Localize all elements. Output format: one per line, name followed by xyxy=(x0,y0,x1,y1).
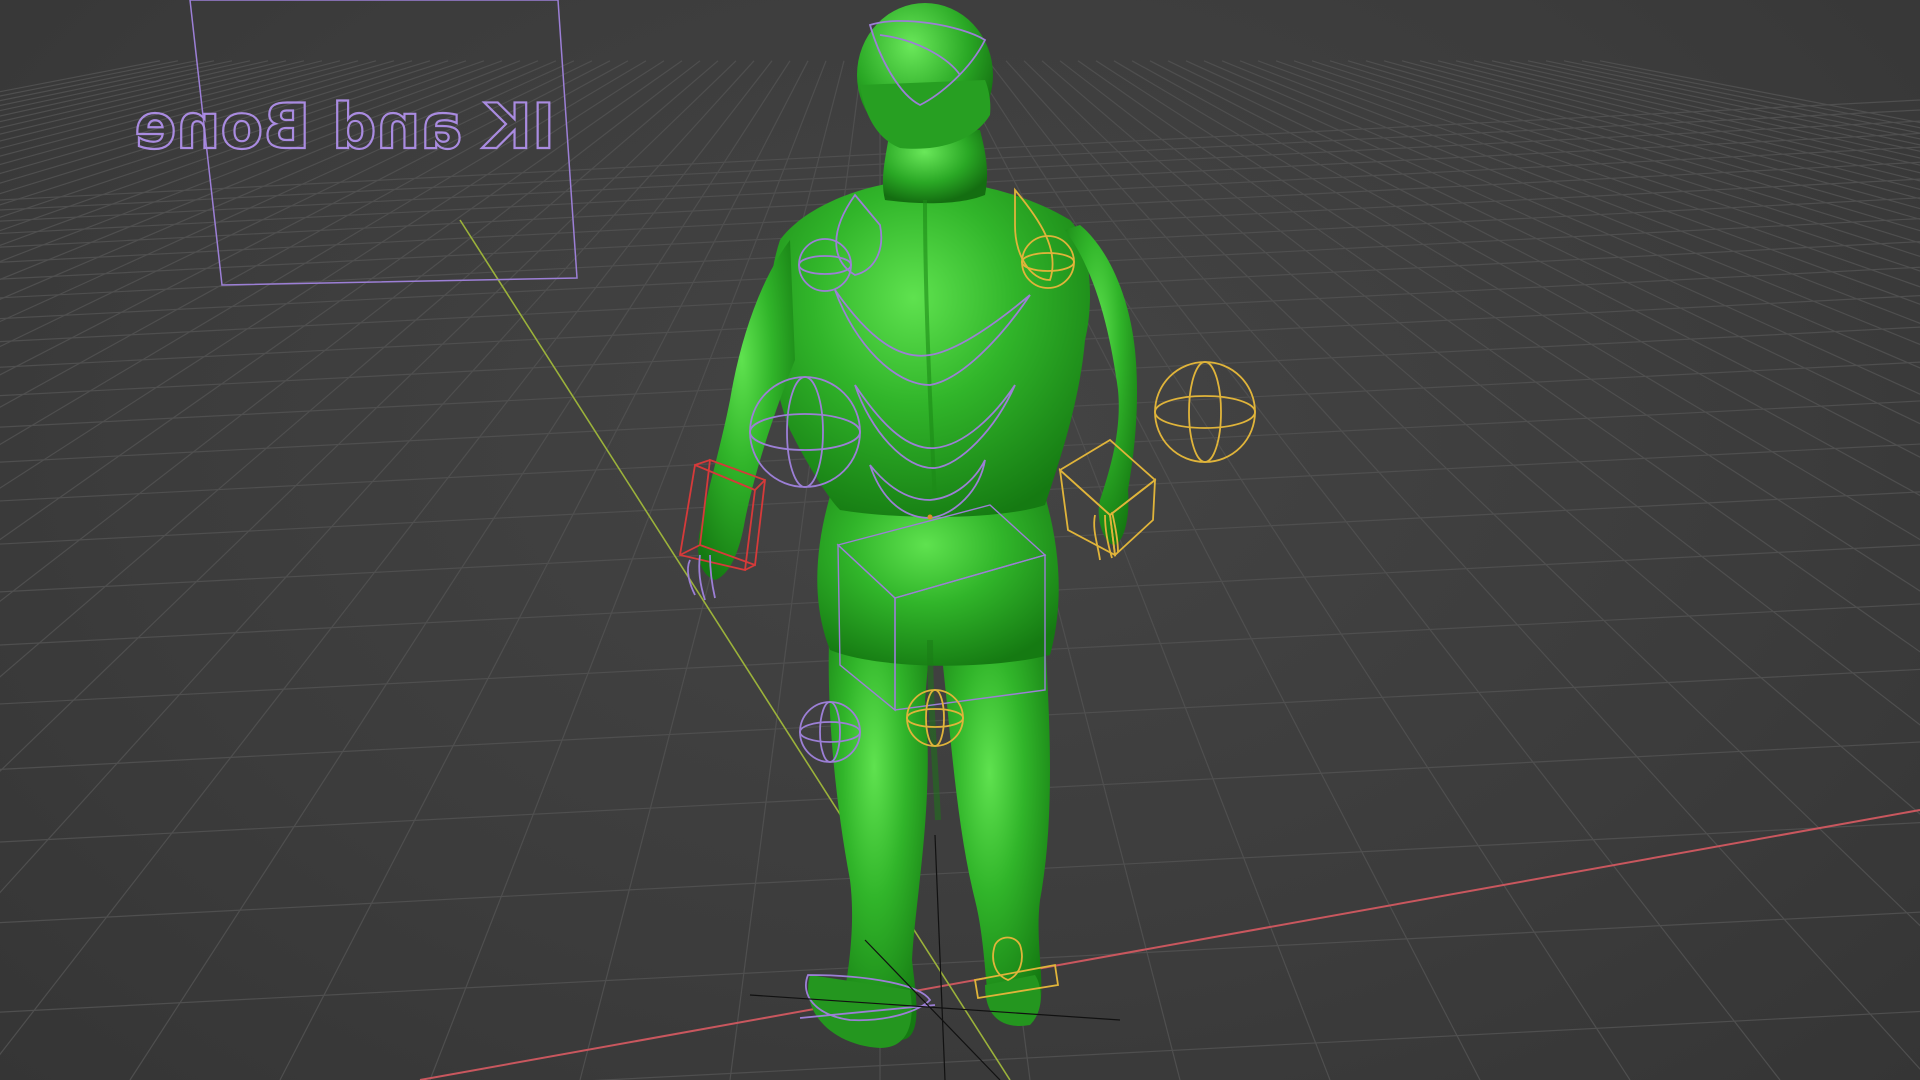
cursor-dot xyxy=(927,514,933,520)
3d-viewport[interactable]: IK and Bone xyxy=(0,0,1920,1080)
viewport-scene[interactable]: IK and Bone xyxy=(0,0,1920,1080)
text-object-frame[interactable]: IK and Bone xyxy=(133,0,578,286)
text-object-label: IK and Bone xyxy=(134,90,555,163)
elbow-pole-right[interactable] xyxy=(1154,361,1256,463)
origin-cursor-icon xyxy=(749,834,1121,1080)
